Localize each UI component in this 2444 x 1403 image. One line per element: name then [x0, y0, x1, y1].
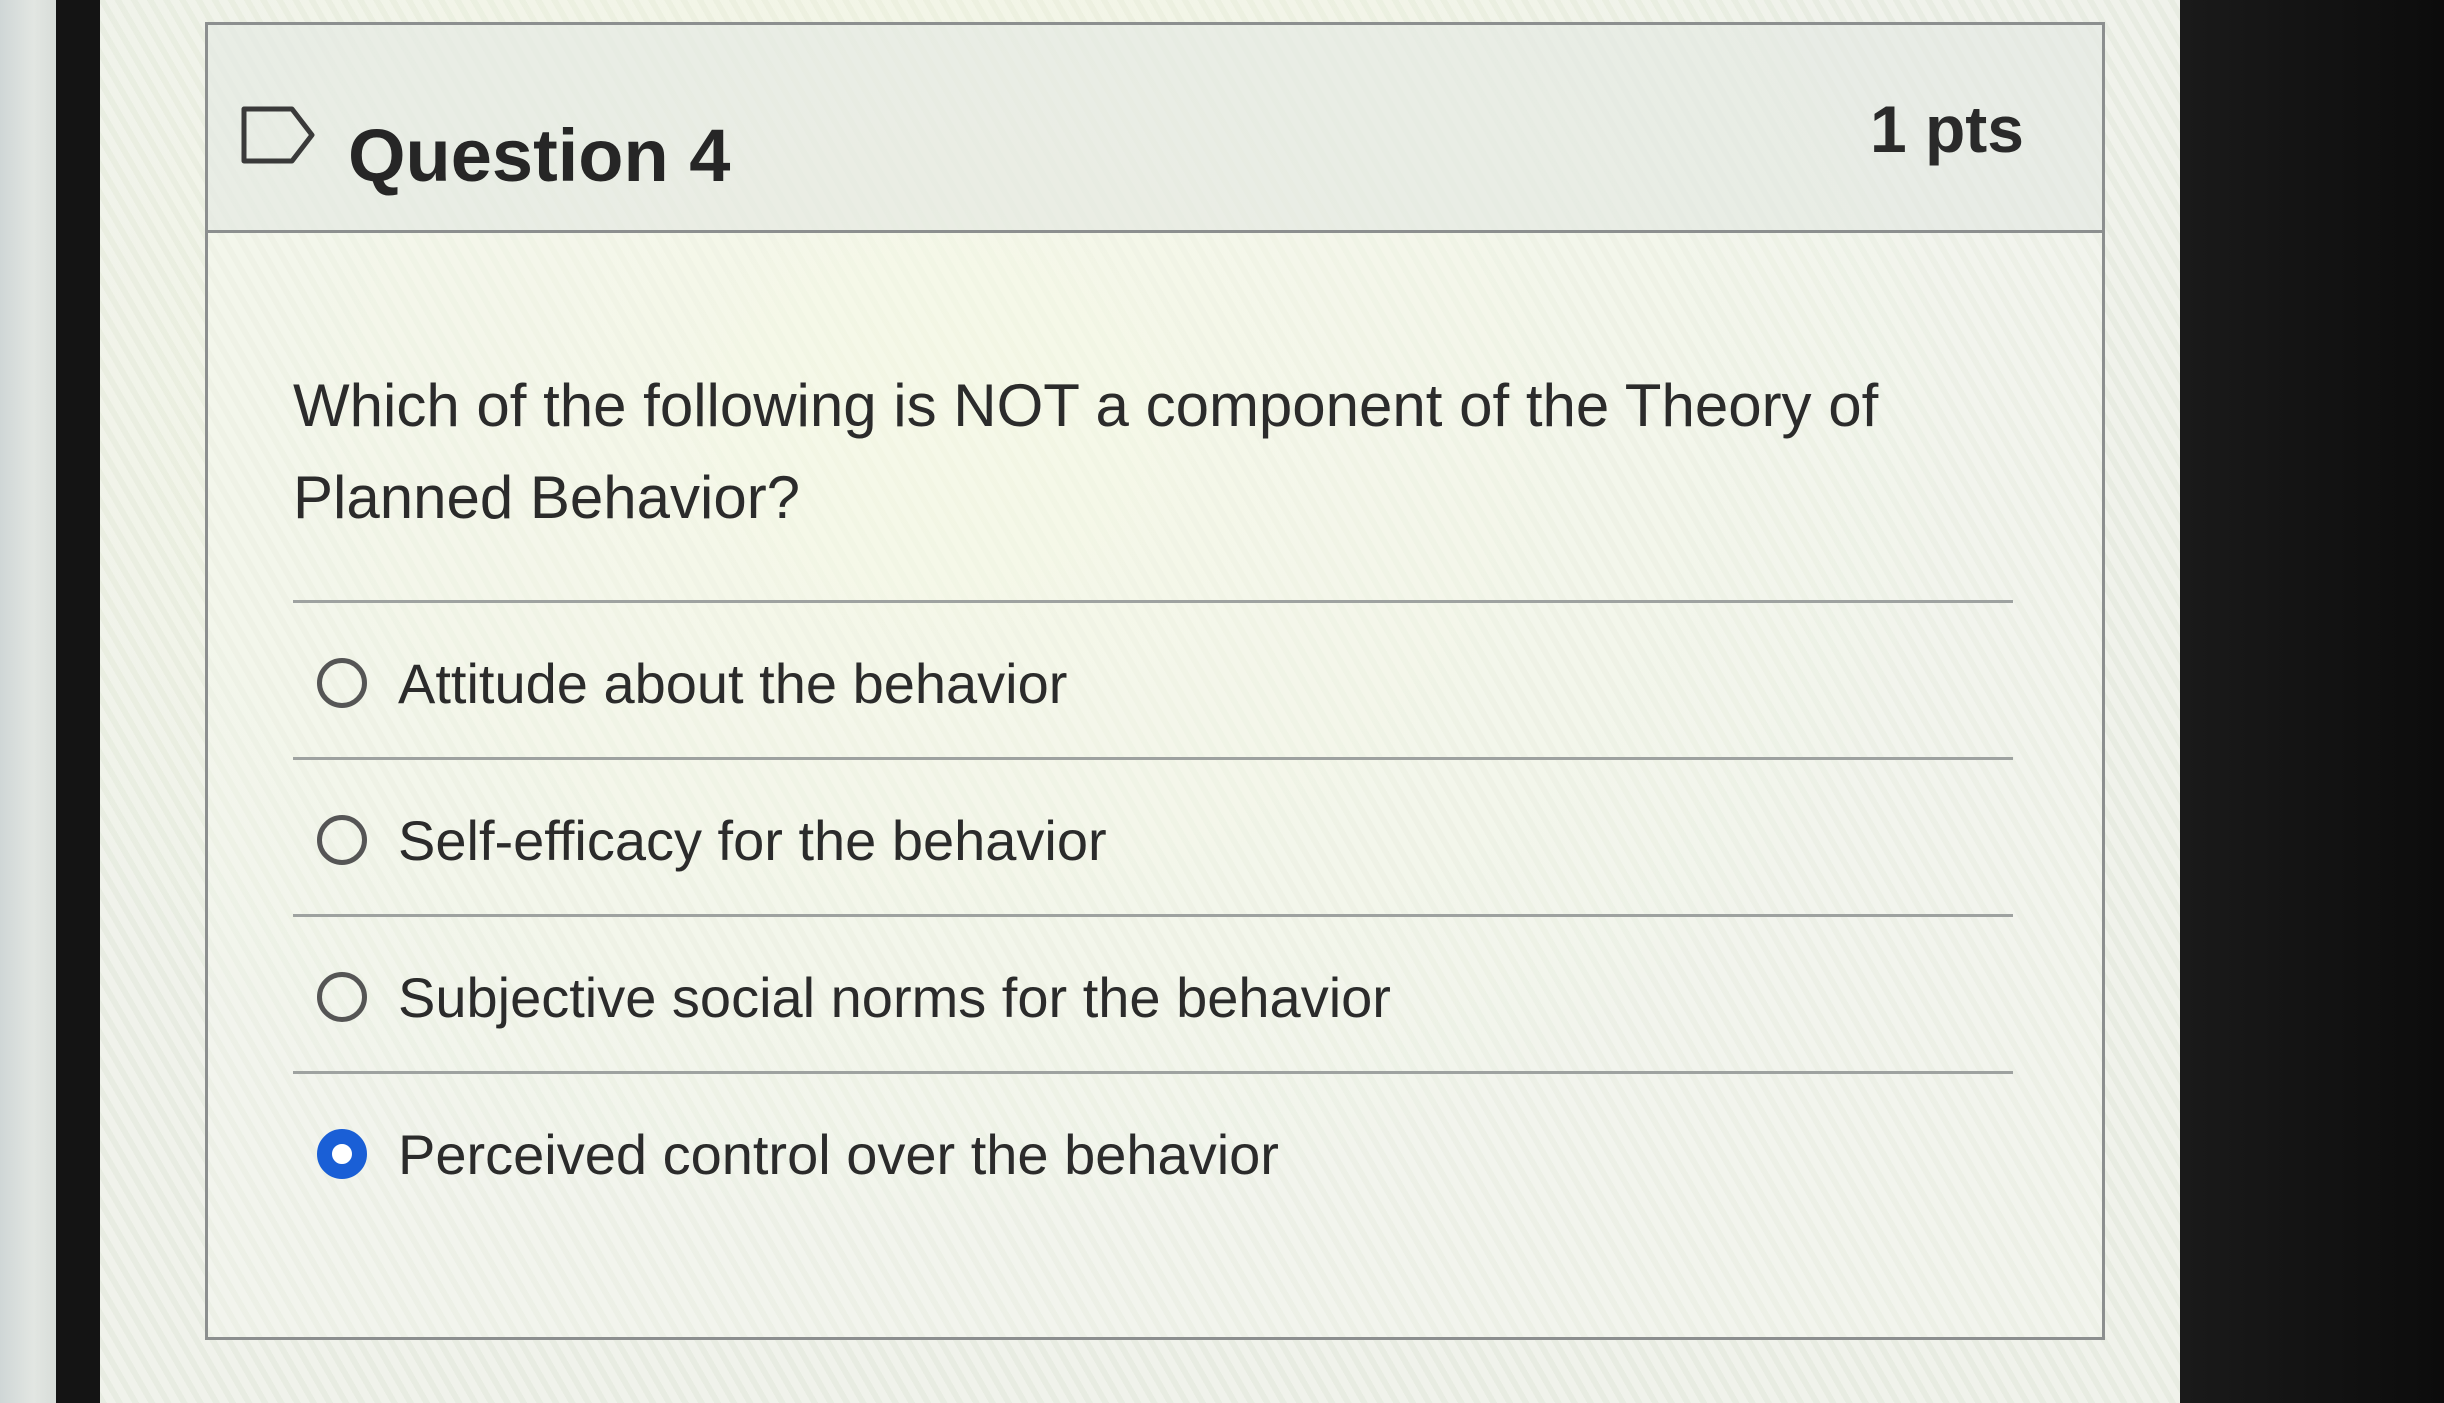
bookmark-flag-icon[interactable]	[240, 103, 316, 167]
answer-option-2[interactable]: Self-efficacy for the behavior	[293, 757, 2013, 914]
answer-list: Attitude about the behavior Self-efficac…	[293, 600, 2013, 1228]
device-right-edge	[2180, 0, 2444, 1403]
question-text: Which of the following is NOT a componen…	[293, 372, 1879, 531]
question-points: 1 pts	[1869, 92, 2024, 166]
radio-button-icon[interactable]	[317, 815, 367, 865]
answer-label[interactable]: Attitude about the behavior	[398, 651, 1067, 716]
question-header: Question 4 1 pts	[208, 25, 2102, 233]
answer-label[interactable]: Subjective social norms for the behavior	[398, 965, 1391, 1030]
question-card: Question 4 1 pts Which of the following …	[205, 22, 2105, 1340]
browser-side-strip	[56, 0, 142, 1403]
answer-option-1[interactable]: Attitude about the behavior	[293, 600, 2013, 757]
device-left-edge	[0, 0, 56, 1403]
answer-option-3[interactable]: Subjective social norms for the behavior	[293, 914, 2013, 1071]
answer-option-4[interactable]: Perceived control over the behavior	[293, 1071, 2013, 1228]
radio-button-icon[interactable]	[317, 972, 367, 1022]
answer-label[interactable]: Self-efficacy for the behavior	[398, 808, 1107, 873]
question-title: Question 4	[348, 114, 731, 197]
answer-label[interactable]: Perceived control over the behavior	[398, 1122, 1279, 1187]
radio-button-icon[interactable]	[317, 658, 367, 708]
radio-button-selected-icon[interactable]	[317, 1129, 367, 1179]
